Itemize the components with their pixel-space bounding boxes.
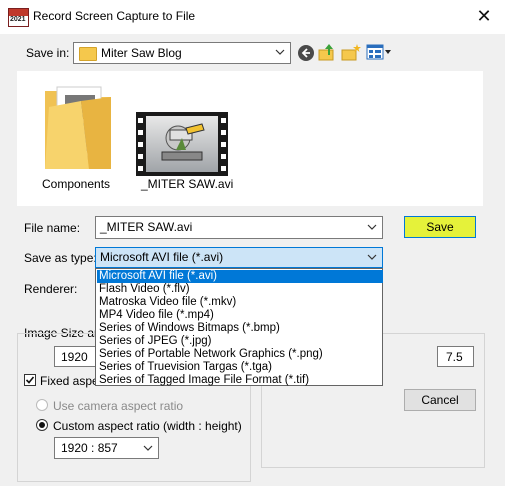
chevron-down-icon[interactable] [366, 221, 378, 233]
dropdown-option[interactable]: Series of Tagged Image File Format (*.ti… [97, 374, 383, 387]
renderer-label: Renderer: [24, 282, 78, 296]
dropdown-option[interactable]: Series of Truevision Targas (*.tga) [97, 361, 383, 374]
aspect-ratio-value: 1920 : 857 [61, 441, 118, 455]
app-icon: 2021 [8, 8, 29, 27]
dropdown-option[interactable]: Flash Video (*.flv) [97, 283, 383, 296]
up-folder-icon[interactable] [318, 43, 336, 62]
file-item-label[interactable]: Components [42, 177, 110, 191]
dropdown-option[interactable]: Series of Windows Bitmaps (*.bmp) [97, 322, 383, 335]
save-as-type-value: Microsoft AVI file (*.avi) [100, 250, 224, 264]
dropdown-option[interactable]: Microsoft AVI file (*.avi) [97, 270, 383, 283]
save-button[interactable]: Save [404, 216, 476, 238]
save-as-type-select[interactable]: Microsoft AVI file (*.avi) [95, 247, 383, 268]
frame-rate-value: 7.5 [446, 350, 463, 364]
file-item-label[interactable]: _MITER SAW.avi [141, 177, 233, 191]
new-folder-icon[interactable] [341, 43, 361, 62]
width-value: 1920 [61, 350, 88, 364]
dropdown-option[interactable]: Matroska Video file (*.mkv) [97, 296, 383, 309]
fixed-aspect-checkbox[interactable] [24, 374, 36, 386]
window-title: Record Screen Capture to File [33, 9, 196, 23]
custom-aspect-label: Custom aspect ratio (width : height) [53, 419, 242, 433]
chevron-down-icon [143, 445, 153, 451]
save-as-type-dropdown-list: Microsoft AVI file (*.avi) Flash Video (… [95, 268, 383, 386]
file-name-input[interactable]: _MITER SAW.avi [95, 216, 383, 239]
save-in-label: Save in: [26, 46, 70, 60]
checkmark-icon [25, 376, 35, 384]
save-in-value: Miter Saw Blog [101, 46, 182, 60]
file-name-label: File name: [24, 221, 81, 235]
frame-rate-input[interactable]: 7.5 [437, 346, 474, 367]
camera-aspect-label: Use camera aspect ratio [53, 399, 184, 413]
dropdown-option[interactable]: Series of Portable Network Graphics (*.p… [97, 348, 383, 361]
video-thumbnail-icon[interactable] [136, 112, 228, 176]
close-icon[interactable]: ✕ [468, 4, 500, 28]
chevron-down-icon [275, 49, 285, 55]
custom-aspect-radio[interactable] [36, 419, 48, 431]
dropdown-option[interactable]: MP4 Video file (*.mp4) [97, 309, 383, 322]
folder-thumbnail-icon[interactable] [43, 83, 113, 171]
camera-aspect-radio[interactable] [36, 399, 48, 411]
back-icon[interactable] [297, 44, 315, 62]
miter-saw-image [161, 123, 205, 161]
view-menu-icon[interactable] [366, 44, 392, 61]
dropdown-option[interactable]: Series of JPEG (*.jpg) [97, 335, 383, 348]
app-icon-text: 2021 [10, 16, 26, 23]
folder-icon [79, 47, 97, 61]
file-name-value: _MITER SAW.avi [100, 220, 193, 234]
save-in-combobox[interactable]: Miter Saw Blog [73, 42, 291, 64]
aspect-ratio-select[interactable]: 1920 : 857 [54, 437, 159, 459]
save-as-type-label: Save as type: [24, 251, 97, 265]
cancel-button[interactable]: Cancel [404, 389, 476, 411]
chevron-down-icon [367, 254, 377, 260]
